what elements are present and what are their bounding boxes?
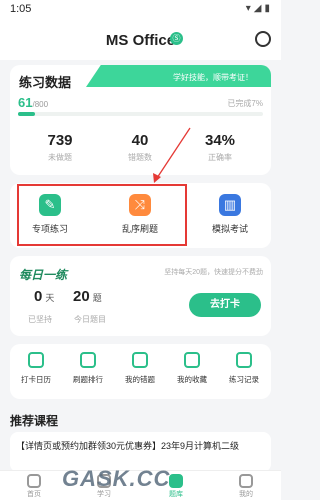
- vip-badge-icon: Ⓢ: [170, 32, 183, 45]
- watermark: GASK.CC: [62, 466, 171, 491]
- progress-count: 61/800: [18, 95, 48, 110]
- ranking-button[interactable]: 刷题排行: [62, 352, 114, 385]
- daily-title: 每日一练: [19, 268, 68, 282]
- tools-card: 打卡日历 刷题排行 我的错题 我的收藏 练习记录: [10, 344, 271, 399]
- tool-label: 练习记录: [229, 375, 259, 384]
- daily-note: 坚持每天20题，快速提分不费劲: [164, 269, 263, 276]
- calendar-icon: [28, 352, 44, 368]
- star-icon: [184, 352, 200, 368]
- today-count: 20 题: [73, 288, 102, 305]
- favorites-button[interactable]: 我的收藏: [166, 352, 218, 385]
- tool-label: 刷题排行: [73, 375, 103, 384]
- stat-label: 正确率: [208, 153, 232, 162]
- books-icon: ▥: [219, 194, 241, 216]
- tab-label: 我的: [239, 491, 253, 498]
- progress-bar: [18, 112, 263, 116]
- practice-data-card: 练习数据 学好技能，顺带考证！ 61/800 已完成7% 739 未做题 40 错题…: [10, 65, 271, 175]
- tool-label: 我的错题: [125, 375, 155, 384]
- switch-subject-icon[interactable]: [255, 31, 271, 47]
- wrong-questions-button[interactable]: 我的错题: [114, 352, 166, 385]
- tab-mine[interactable]: 我的: [218, 471, 274, 499]
- highlight-box: [17, 184, 187, 246]
- practice-title: 练习数据: [19, 75, 72, 90]
- stat-label: 未做题: [48, 153, 72, 162]
- stat-accuracy[interactable]: 34% 正确率: [180, 132, 260, 163]
- days-value: 0: [34, 288, 43, 305]
- recommend-title: 推荐课程: [10, 414, 59, 428]
- status-bar: 1:05 ▾◢▮: [0, 0, 281, 18]
- days-label: 已坚持: [28, 315, 52, 324]
- progress-fill: [18, 112, 36, 116]
- checkin-calendar-button[interactable]: 打卡日历: [10, 352, 62, 385]
- question-bank-icon: [169, 474, 183, 488]
- practice-record-button[interactable]: 练习记录: [218, 352, 270, 385]
- stat-value: 40: [131, 132, 149, 149]
- stat-wrong[interactable]: 40 错题数: [100, 132, 180, 163]
- tab-label: 首页: [27, 491, 41, 498]
- stat-value: 739: [47, 132, 73, 149]
- progress-total: /800: [32, 100, 49, 109]
- mode-label: 模拟考试: [211, 224, 248, 234]
- home-icon: [27, 474, 41, 488]
- days-count: 0天: [34, 288, 54, 305]
- tool-label: 我的收藏: [177, 375, 207, 384]
- progress-current: 61: [18, 95, 33, 110]
- page-title: MS Office: [105, 32, 176, 49]
- today-label: 今日题目: [74, 315, 106, 324]
- stat-undone[interactable]: 739 未做题: [20, 132, 100, 163]
- wrong-book-icon: [132, 352, 148, 368]
- today-value: 20: [73, 288, 90, 305]
- app-header: MS Office Ⓢ: [0, 18, 281, 60]
- today-unit: 题: [92, 293, 102, 303]
- stat-value: 34%: [204, 132, 236, 149]
- status-icons: ▾◢▮: [245, 3, 273, 14]
- stat-label: 错题数: [128, 153, 152, 162]
- profile-icon: [239, 474, 253, 488]
- slogan-banner: 学好技能，顺带考证！: [86, 65, 271, 87]
- progress-percent: 已完成7%: [227, 99, 263, 108]
- mock-exam-button[interactable]: ▥ 模拟考试: [190, 194, 270, 235]
- daily-practice-card: 每日一练 坚持每天20题，快速提分不费劲 0天 已坚持 20 题 今日题目 去打卡: [10, 256, 271, 336]
- record-icon: [236, 352, 252, 368]
- check-in-button[interactable]: 去打卡: [189, 293, 261, 317]
- status-time: 1:05: [10, 3, 32, 15]
- days-unit: 天: [45, 293, 55, 303]
- tool-label: 打卡日历: [21, 375, 51, 384]
- tab-home[interactable]: 首页: [6, 471, 62, 499]
- trophy-icon: [80, 352, 96, 368]
